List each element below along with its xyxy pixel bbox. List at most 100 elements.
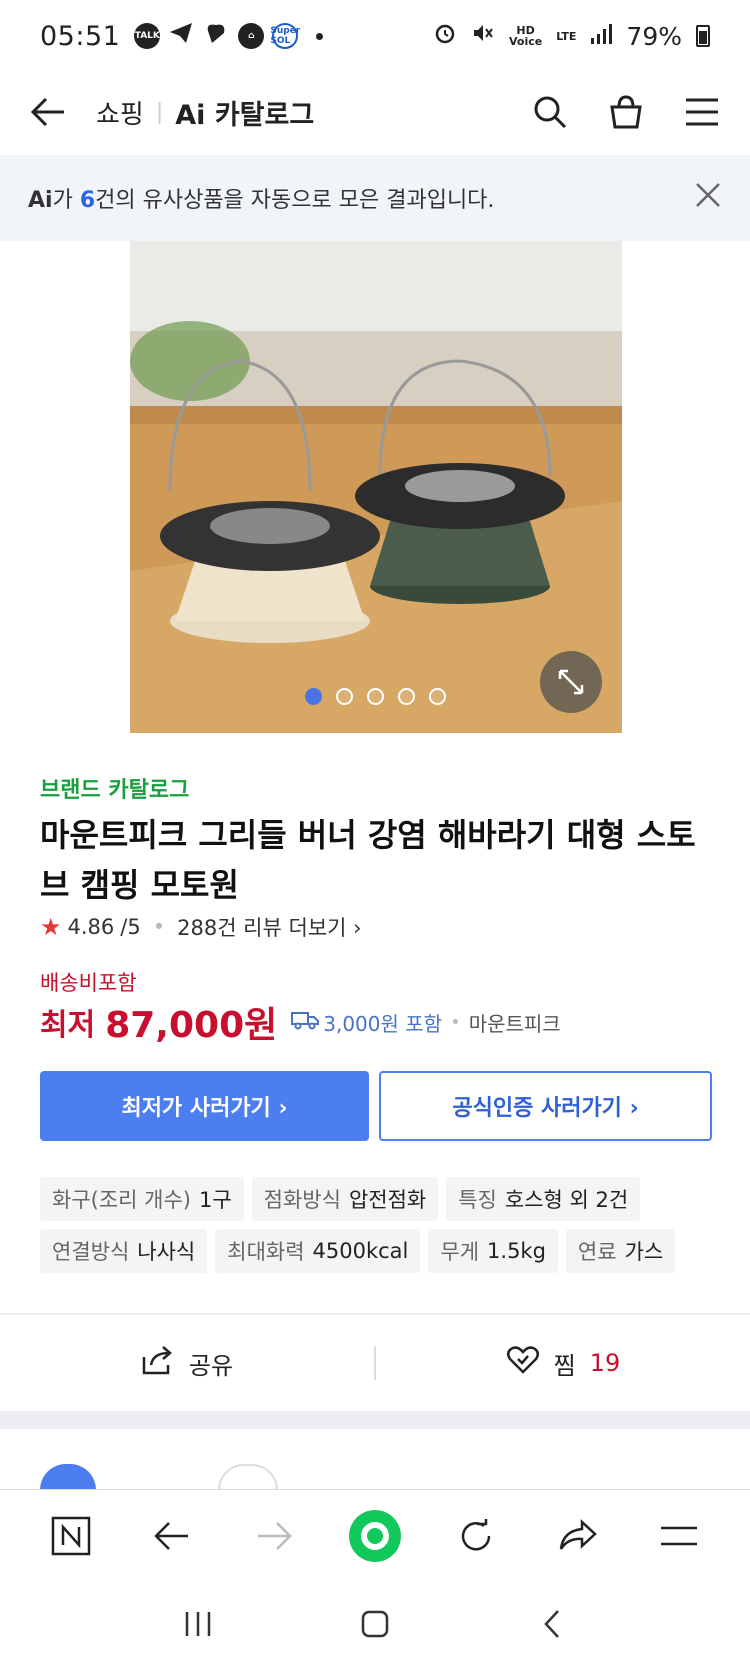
status-time: 05:51: [40, 20, 121, 52]
recent-apps-icon[interactable]: [168, 1599, 228, 1649]
wish-button[interactable]: 찜 19: [376, 1345, 750, 1381]
carousel-dot[interactable]: [304, 688, 322, 705]
kakaotalk-icon: TALK: [134, 23, 161, 49]
share-wish-row: 공유 찜 19: [0, 1315, 750, 1411]
heart-check-icon: [506, 1345, 540, 1381]
lowest-label: 최저: [40, 1008, 96, 1043]
system-indicators: HD Voice LTE 79%: [433, 21, 710, 51]
spec-chip: 점화방식 압전점화: [251, 1177, 439, 1221]
alarm-icon: [433, 21, 457, 51]
expand-icon[interactable]: [540, 651, 602, 713]
seller-name: 마운트피크: [468, 1011, 561, 1036]
spec-value: 1구: [198, 1188, 232, 1212]
carousel-dot[interactable]: [397, 688, 415, 705]
spec-chip: 무게 1.5kg: [428, 1229, 558, 1273]
breadcrumb: 쇼핑 | Ai 카탈로그: [96, 93, 314, 132]
official-buy-button[interactable]: 공식인증 사러가기 ›: [379, 1071, 712, 1141]
lte-icon: LTE: [556, 29, 577, 43]
lowest-price-buy-button[interactable]: 최저가 사러가기 ›: [40, 1071, 369, 1141]
share-icon: [141, 1345, 175, 1381]
carousel-dot[interactable]: [335, 688, 353, 705]
reviews-label: 288건 리뷰 더보기: [177, 916, 347, 940]
spec-value: 4500kcal: [312, 1239, 409, 1263]
banner-prefix: 가: [52, 188, 80, 213]
browser-toolbar: [0, 1489, 750, 1581]
refresh-icon[interactable]: [448, 1508, 504, 1564]
rating-max: /5: [120, 915, 141, 939]
system-nav-bar: [0, 1581, 750, 1667]
shopping-bag-icon[interactable]: [606, 92, 646, 132]
hd-voice-icon: HD Voice: [508, 24, 543, 48]
battery-percent: 79%: [626, 21, 682, 51]
header-actions: [530, 92, 722, 132]
spec-value: 가스: [624, 1240, 664, 1264]
rating-row: ★ 4.86/5 • 288건 리뷰 더보기 ›: [40, 912, 362, 942]
spec-chip: 특징 호스형 외 2건: [446, 1177, 641, 1221]
spec-list: 화구(조리 개수) 1구 점화방식 압전점화 특징 호스형 외 2건 연결방식 나사식 …: [40, 1177, 730, 1273]
browser-forward-icon[interactable]: [246, 1508, 302, 1564]
search-icon[interactable]: [530, 92, 570, 132]
truck-icon: [291, 1010, 320, 1035]
reviews-link[interactable]: 288건 리뷰 더보기 ›: [177, 912, 361, 942]
page-title: Ai 카탈로그: [175, 99, 315, 131]
breadcrumb-divider: |: [155, 99, 164, 125]
bullet-separator: •: [152, 915, 166, 939]
section-separator: [0, 1411, 750, 1429]
wish-count: 19: [589, 1349, 621, 1377]
shipping-fee-text: 3,000원 포함: [323, 1011, 443, 1036]
back-arrow-icon[interactable]: [28, 92, 68, 132]
battery-icon: [696, 25, 710, 47]
home-icon[interactable]: [345, 1599, 405, 1649]
share-arrow-icon[interactable]: [550, 1508, 606, 1564]
spec-value: 압전점화: [348, 1188, 427, 1212]
ai-info-banner: Ai가 6건의 유사상품을 자동으로 모은 결과입니다.: [0, 155, 750, 241]
banner-suffix: 건의 유사상품을 자동으로 모은 결과입니다.: [95, 188, 495, 213]
ai-label: Ai: [28, 188, 53, 213]
spec-key: 연결방식: [52, 1240, 130, 1264]
home-app-icon: ⌂: [238, 23, 265, 49]
spec-key: 특징: [458, 1188, 497, 1212]
browser-back-icon[interactable]: [144, 1508, 200, 1564]
banner-text: Ai가 6건의 유사상품을 자동으로 모은 결과입니다.: [28, 182, 494, 214]
spec-value: 1.5kg: [487, 1239, 546, 1263]
buy-buttons: 최저가 사러가기 › 공식인증 사러가기 ›: [40, 1071, 712, 1141]
cloud-icon: [202, 21, 230, 52]
naver-home-icon[interactable]: [43, 1508, 99, 1564]
spec-key: 화구(조리 개수): [52, 1188, 191, 1212]
product-title: 마운트피크 그리들 버너 강염 해바라기 대형 스토브 캠핑 모토원: [40, 816, 696, 904]
spec-key: 점화방식: [263, 1188, 341, 1212]
rating-value: 4.86: [67, 915, 115, 939]
shipping-included-label: 배송비포함: [40, 971, 137, 995]
spec-chip: 최대화력 4500kcal: [215, 1229, 421, 1273]
telegram-icon: [168, 21, 194, 52]
spec-chip: 화구(조리 개수) 1구: [40, 1177, 244, 1221]
app-header: 쇼핑 | Ai 카탈로그: [0, 72, 750, 152]
carousel-dot[interactable]: [366, 688, 384, 705]
shopping-link[interactable]: 쇼핑: [96, 94, 144, 131]
image-carousel-dots: [0, 688, 750, 705]
green-dot-icon[interactable]: [347, 1508, 403, 1564]
carousel-dot[interactable]: [428, 688, 446, 705]
brand-catalog-link[interactable]: 브랜드 카탈로그: [40, 772, 189, 804]
share-label: 공유: [188, 1351, 234, 1380]
filter-pill-active[interactable]: [40, 1464, 96, 1489]
wish-label: 찜: [553, 1351, 576, 1380]
system-back-icon[interactable]: [522, 1599, 582, 1649]
star-icon: ★: [40, 913, 62, 941]
shipping-fee: 3,000원 포함: [291, 1008, 442, 1037]
menu-icon[interactable]: [682, 92, 722, 132]
status-bar: 05:51 TALK ⌂ Super SOL HD Voice LTE 79%: [0, 0, 750, 72]
spec-chip: 연료 가스: [565, 1229, 676, 1273]
filter-pill[interactable]: [218, 1464, 278, 1489]
spec-key: 무게: [440, 1240, 480, 1264]
mute-icon: [471, 21, 495, 51]
spec-key: 연료: [577, 1240, 617, 1264]
more-notifications-dot: [316, 32, 324, 40]
spec-chip: 연결방식 나사식: [40, 1229, 208, 1273]
notification-icons: TALK ⌂ Super SOL: [134, 21, 324, 52]
spec-value: 호스형 외 2건: [504, 1188, 629, 1212]
close-icon[interactable]: [694, 178, 722, 218]
lowest-price: 87,000원: [105, 1005, 278, 1046]
browser-menu-icon[interactable]: [651, 1508, 707, 1564]
share-button[interactable]: 공유: [0, 1345, 374, 1381]
